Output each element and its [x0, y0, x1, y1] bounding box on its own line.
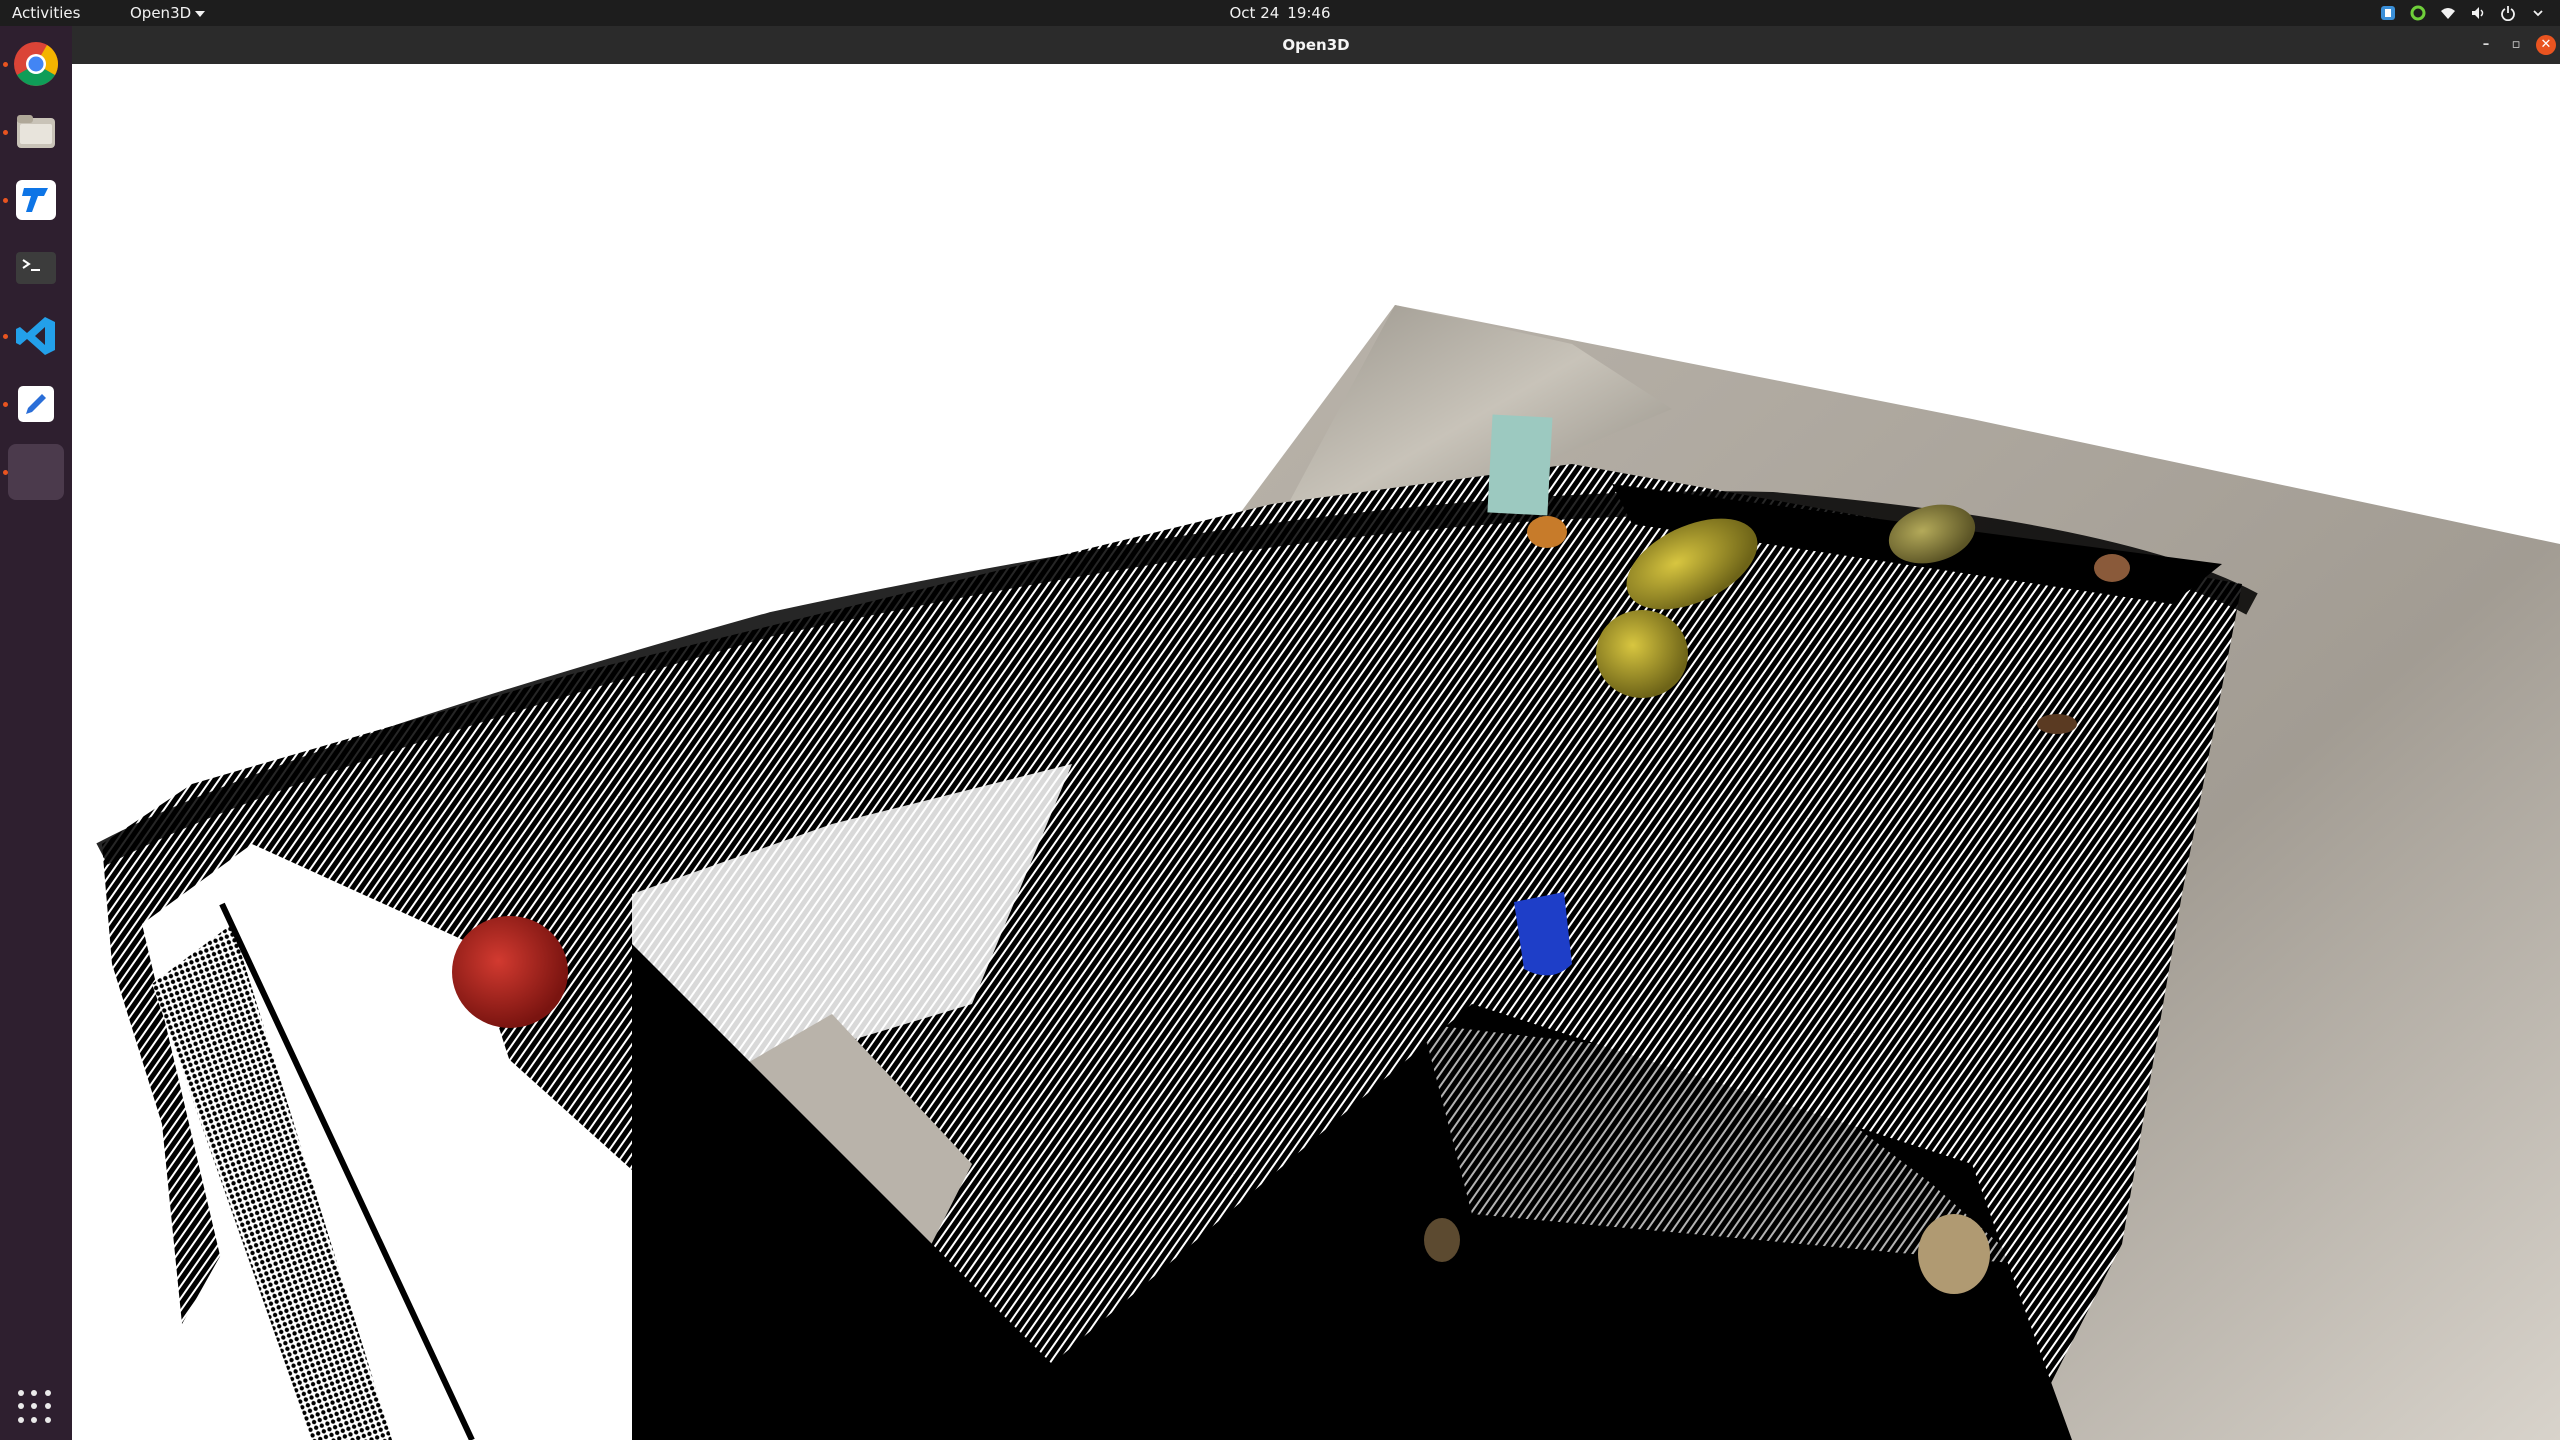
wifi-icon[interactable] — [2440, 5, 2456, 21]
small-dark-object — [2037, 714, 2077, 734]
maximize-button[interactable]: ▫ — [2506, 35, 2526, 55]
dock-item-open3d[interactable] — [8, 444, 64, 500]
clock-date: Oct 24 — [1229, 4, 1280, 22]
small-orange-object — [1527, 516, 1567, 548]
open3d-window-icon — [16, 452, 56, 492]
cyan-block-object — [1487, 414, 1553, 516]
terminal-icon — [16, 252, 56, 284]
open3d-viewport[interactable] — [72, 64, 2560, 1440]
dock-item-vscode[interactable] — [8, 308, 64, 364]
dock-item-chrome[interactable] — [8, 36, 64, 92]
close-button[interactable]: ✕ — [2536, 35, 2556, 55]
volume-icon[interactable] — [2470, 5, 2486, 21]
chevron-down-icon[interactable] — [2530, 5, 2546, 21]
vscode-icon — [16, 317, 55, 355]
tray-app-icon[interactable] — [2380, 5, 2396, 21]
running-indicator — [3, 198, 8, 203]
system-tray[interactable] — [2380, 4, 2546, 22]
dock-item-text-editor[interactable] — [8, 376, 64, 432]
running-indicator — [3, 402, 8, 407]
clock-time: 19:46 — [1287, 4, 1331, 22]
tray-sync-icon[interactable] — [2410, 5, 2426, 21]
lemon-object — [1596, 610, 1688, 698]
dock-item-terminal[interactable] — [8, 240, 64, 296]
running-indicator — [3, 62, 8, 67]
dock — [0, 26, 72, 1440]
window-titlebar[interactable]: Open3D – ▫ ✕ — [72, 26, 2560, 64]
point-cloud-render — [96, 305, 2560, 1440]
top-bar: Activities Open3D Oct 24 19:46 — [0, 0, 2560, 26]
running-indicator — [3, 334, 8, 339]
window-title: Open3D — [1282, 36, 1350, 54]
minimize-button[interactable]: – — [2476, 35, 2496, 55]
power-icon[interactable] — [2500, 5, 2516, 21]
dock-item-files[interactable] — [8, 104, 64, 160]
red-apple-object — [452, 916, 568, 1028]
show-applications-button[interactable] — [18, 1390, 52, 1424]
tan-ball-object — [1918, 1214, 1990, 1294]
dock-item-remote-desktop[interactable] — [8, 172, 64, 228]
clock[interactable]: Oct 24 19:46 — [0, 4, 2560, 22]
running-indicator — [3, 130, 8, 135]
chrome-icon — [14, 42, 58, 86]
dark-small-object — [1424, 1218, 1460, 1262]
running-indicator — [3, 470, 8, 475]
small-brown-object — [2094, 554, 2130, 582]
remote-desktop-icon — [16, 180, 56, 220]
text-editor-icon — [18, 386, 54, 422]
files-icon — [17, 115, 55, 148]
